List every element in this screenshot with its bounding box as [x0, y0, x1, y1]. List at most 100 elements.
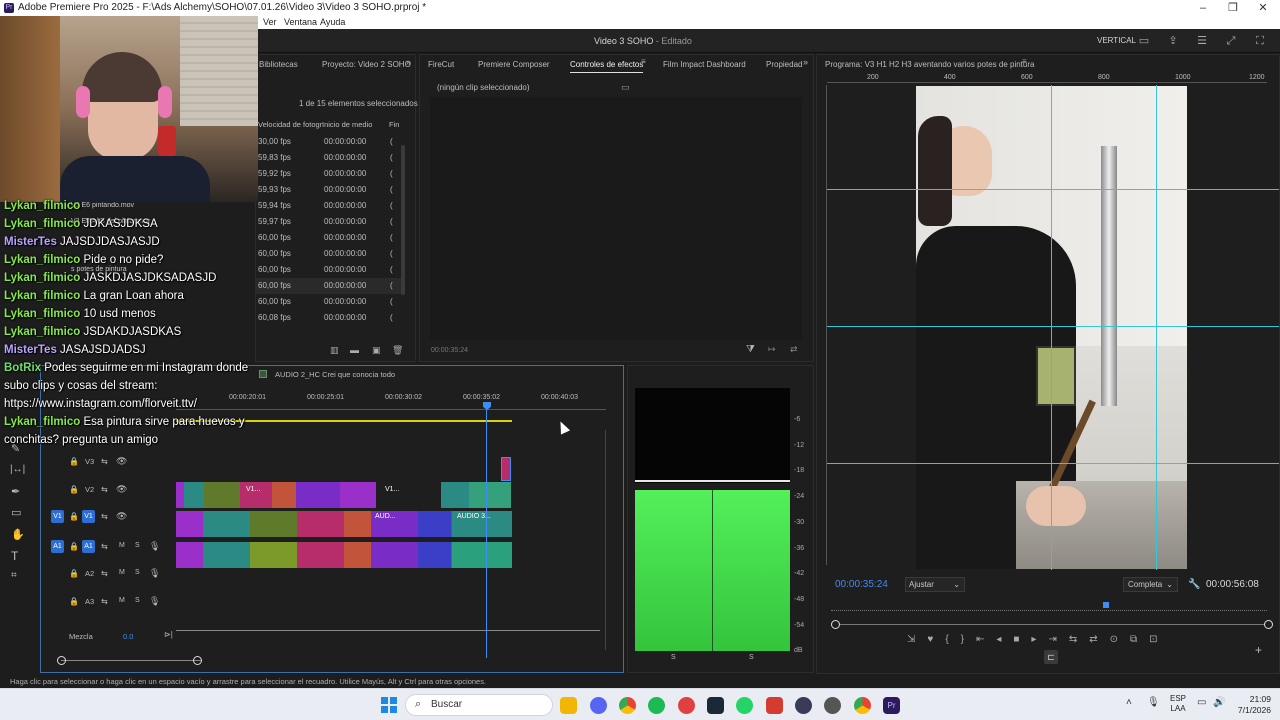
scroll-handle-right[interactable]: [193, 656, 202, 665]
app-icon[interactable]: [766, 697, 783, 714]
trash-icon[interactable]: 🗑: [392, 345, 403, 356]
microphone-icon[interactable]: 🎙: [149, 596, 160, 607]
volume-icon[interactable]: 🔊: [1213, 697, 1225, 708]
source-patch[interactable]: V1: [51, 510, 64, 523]
tab-firecut[interactable]: FireCut: [428, 57, 454, 73]
track-name[interactable]: V3: [85, 457, 94, 466]
pen-tool-icon[interactable]: ✒: [11, 485, 20, 498]
taskbar-search[interactable]: ⌕ Buscar: [405, 694, 553, 716]
solo-icon[interactable]: S: [135, 542, 140, 549]
table-row[interactable]: 60,00 fps 00:00:00:00(: [256, 294, 401, 310]
lock-icon[interactable]: 🔒: [69, 597, 79, 606]
tab-propiedades[interactable]: Propiedad: [766, 57, 802, 73]
export-frame-button[interactable]: ⊏: [1044, 650, 1058, 664]
mute-icon[interactable]: M: [119, 542, 125, 549]
horizontal-scrollbar[interactable]: [61, 660, 201, 661]
tab-premiere-composer[interactable]: Premiere Composer: [478, 57, 550, 73]
menu-ventana[interactable]: Ventana: [284, 16, 317, 29]
filter-icon[interactable]: ⧩: [746, 344, 755, 355]
sync-lock-icon[interactable]: ⇆: [101, 597, 108, 606]
lock-icon[interactable]: 🔒: [69, 512, 79, 521]
video-clips-v2-end[interactable]: [441, 482, 511, 508]
panel-menu-icon[interactable]: ≡: [641, 57, 646, 66]
menu-ver[interactable]: Ver: [263, 16, 277, 29]
eye-icon[interactable]: 👁: [116, 484, 127, 495]
hand-tool-icon[interactable]: ✋: [11, 528, 25, 541]
track-name[interactable]: A3: [85, 597, 94, 606]
video-clips-v2[interactable]: [176, 482, 376, 508]
list-view-icon[interactable]: ▥: [330, 345, 339, 356]
spotify-icon[interactable]: [648, 697, 665, 714]
table-row[interactable]: 60,00 fps 00:00:00:00(: [256, 262, 401, 278]
close-icon[interactable]: ✕: [1248, 0, 1278, 16]
mute-icon[interactable]: M: [119, 597, 125, 604]
mini-timeline[interactable]: [831, 605, 1267, 611]
caption-tool-icon[interactable]: ⌗: [11, 570, 17, 581]
steam-icon[interactable]: [707, 697, 724, 714]
sync-lock-icon[interactable]: ⇆: [101, 542, 108, 551]
eye-icon[interactable]: 👁: [116, 456, 127, 467]
app-icon[interactable]: [795, 697, 812, 714]
solo-left[interactable]: S: [671, 654, 676, 661]
minimize-icon[interactable]: –: [1188, 0, 1218, 16]
track-name[interactable]: V2: [85, 485, 94, 494]
zoom-icon[interactable]: ⤢: [1223, 29, 1239, 53]
panel-menu-icon[interactable]: ≡: [1022, 57, 1027, 66]
more-tabs-icon[interactable]: »: [803, 57, 808, 67]
layout-icon[interactable]: ▭: [1136, 29, 1152, 53]
sync-lock-icon[interactable]: ⇆: [101, 512, 108, 521]
track-name[interactable]: V1: [82, 510, 95, 523]
tab-bibliotecas[interactable]: Bibliotecas: [259, 57, 298, 73]
app-icon[interactable]: [678, 697, 695, 714]
more-tabs-icon[interactable]: »: [406, 57, 411, 67]
lock-icon[interactable]: 🔒: [69, 485, 79, 494]
sync-lock-icon[interactable]: ⇆: [101, 569, 108, 578]
text-tool-icon[interactable]: T: [11, 549, 18, 563]
whatsapp-icon[interactable]: [736, 697, 753, 714]
export-icon[interactable]: ↦: [768, 344, 776, 355]
video-clip-v3[interactable]: [501, 457, 511, 481]
microphone-icon[interactable]: 🎙: [1147, 697, 1160, 708]
tray-chevron-icon[interactable]: ˄: [1126, 697, 1132, 708]
lock-icon[interactable]: 🔒: [69, 569, 79, 578]
language-indicator[interactable]: ESP LAA: [1170, 694, 1186, 714]
maximize-icon[interactable]: ❐: [1218, 0, 1248, 16]
mute-icon[interactable]: M: [119, 569, 125, 576]
rectangle-tool-icon[interactable]: ▭: [11, 506, 21, 519]
zoom-bar[interactable]: [835, 624, 1267, 625]
table-row[interactable]: 30,00 fps 00:00:00:00 (: [256, 134, 401, 150]
solo-icon[interactable]: S: [135, 569, 140, 576]
sync-lock-icon[interactable]: ⇆: [101, 485, 108, 494]
table-row[interactable]: 59,97 fps 00:00:00:00(: [256, 214, 401, 230]
network-icon[interactable]: ▭: [1197, 697, 1206, 708]
fit-dropdown[interactable]: Ajustar ⌄: [905, 577, 965, 592]
solo-right[interactable]: S: [749, 654, 754, 661]
premiere-icon[interactable]: Pr: [883, 697, 900, 714]
zoom-handle-left[interactable]: [831, 620, 840, 629]
tab-controles-efectos[interactable]: Controles de efectos: [570, 57, 644, 73]
tab-film-impact[interactable]: Film Impact Dashboard: [663, 57, 746, 73]
share-icon[interactable]: ⇪: [1165, 29, 1181, 53]
column-start[interactable]: Inicio de medio: [322, 120, 372, 129]
ripple-tool-icon[interactable]: |↔|: [10, 464, 25, 475]
column-fps[interactable]: Velocidad de fotogr: [258, 120, 322, 129]
table-row[interactable]: 60,00 fps 00:00:00:00(: [256, 246, 401, 262]
microphone-icon[interactable]: 🎙: [149, 568, 160, 579]
solo-icon[interactable]: S: [135, 597, 140, 604]
sync-lock-icon[interactable]: ⇆: [101, 457, 108, 466]
new-item-icon[interactable]: ▣: [372, 345, 381, 356]
table-row[interactable]: 60,00 fps 00:00:00:00(: [256, 278, 401, 294]
column-end[interactable]: Fin: [389, 120, 399, 129]
table-row[interactable]: 59,94 fps 00:00:00:00(: [256, 198, 401, 214]
tab-proyecto[interactable]: Proyecto: Video 2 SOHO: [322, 57, 411, 73]
mix-arrow-icon[interactable]: ⊳|: [164, 630, 173, 639]
menu-ayuda[interactable]: Ayuda: [320, 16, 345, 29]
loop-icon[interactable]: ⇄: [790, 344, 798, 355]
mini-playhead[interactable]: [1103, 602, 1109, 608]
workspace-label[interactable]: VERTICAL: [1097, 29, 1136, 53]
obs-icon[interactable]: [824, 697, 841, 714]
eye-icon[interactable]: 👁: [116, 511, 127, 522]
wrench-icon[interactable]: 🔧: [1188, 579, 1200, 590]
zoom-handle-right[interactable]: [1264, 620, 1273, 629]
project-scrollbar[interactable]: [401, 145, 405, 295]
